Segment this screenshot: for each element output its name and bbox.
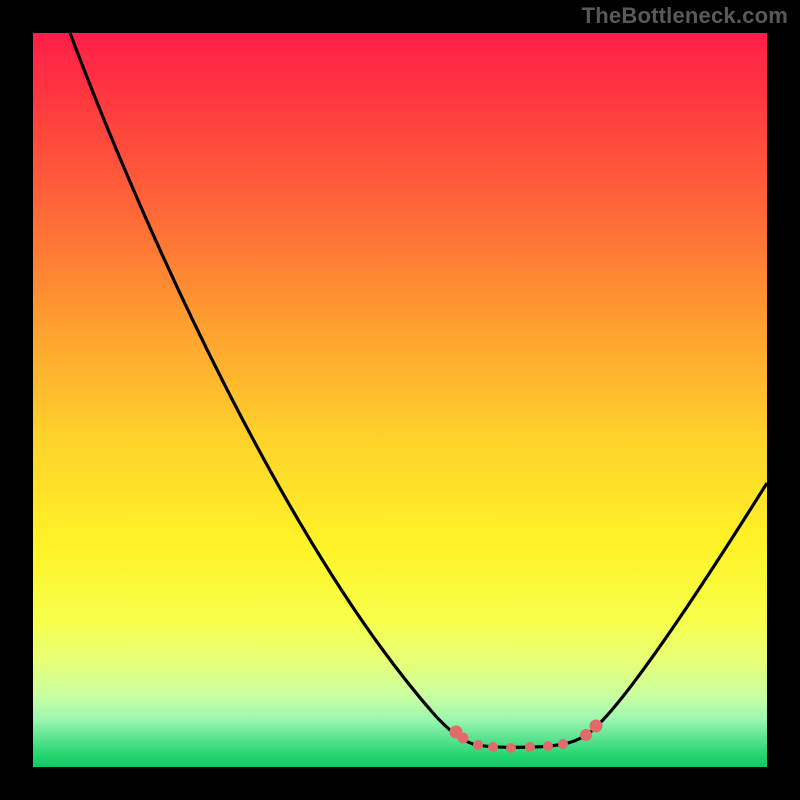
watermark-text: TheBottleneck.com	[582, 3, 788, 29]
chart-frame: TheBottleneck.com	[0, 0, 800, 800]
plot-area	[33, 33, 767, 767]
background-gradient	[33, 33, 767, 767]
